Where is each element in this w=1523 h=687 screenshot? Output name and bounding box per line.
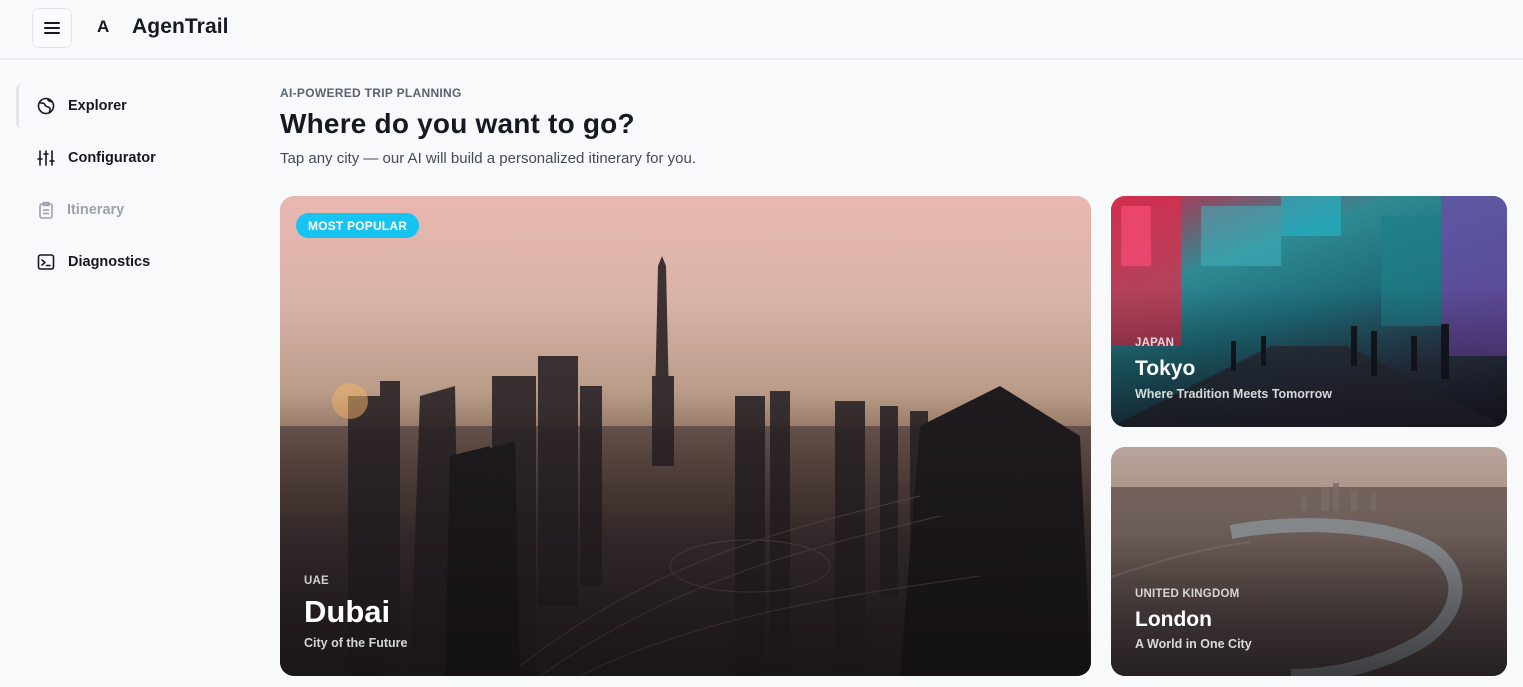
sidebar-item-explorer[interactable]: Explorer <box>16 84 232 128</box>
section-eyebrow: AI-POWERED TRIP PLANNING <box>280 86 462 100</box>
top-bar: A AgenTrail <box>0 0 1523 60</box>
destination-card-tokyo[interactable]: JAPAN Tokyo Where Tradition Meets Tomorr… <box>1111 196 1507 427</box>
sidebar-item-itinerary[interactable]: Itinerary <box>16 188 232 232</box>
sidebar-item-configurator[interactable]: Configurator <box>16 136 232 180</box>
clipboard-icon <box>37 201 55 219</box>
brand-logo[interactable]: A <box>97 17 111 37</box>
terminal-icon <box>37 253 55 271</box>
sidebar-nav: Explorer Configurator Itinerary Diagnost… <box>0 62 250 687</box>
brand-name[interactable]: AgenTrail <box>132 15 229 39</box>
menu-button[interactable] <box>32 8 72 48</box>
sliders-icon <box>37 149 55 167</box>
card-country: JAPAN <box>1135 337 1175 349</box>
card-tagline: City of the Future <box>304 636 408 650</box>
sidebar-item-label: Itinerary <box>67 202 125 218</box>
sidebar-item-label: Configurator <box>68 150 156 166</box>
card-tagline: A World in One City <box>1135 637 1252 651</box>
destination-card-dubai[interactable]: MOST POPULAR UAE Dubai City of the Futur… <box>280 196 1091 676</box>
page-subtitle: Tap any city — our AI will build a perso… <box>280 150 697 167</box>
page-title: Where do you want to go? <box>280 108 635 139</box>
card-country: UAE <box>304 575 329 587</box>
card-gradient-overlay <box>280 388 1091 676</box>
card-city: London <box>1135 608 1212 631</box>
hamburger-menu-icon <box>44 22 60 34</box>
card-tagline: Where Tradition Meets Tomorrow <box>1135 387 1333 401</box>
card-city: Dubai <box>304 594 391 629</box>
card-country: UNITED KINGDOM <box>1135 588 1240 600</box>
sidebar-item-label: Explorer <box>68 98 127 114</box>
sidebar-item-label: Diagnostics <box>68 254 151 270</box>
globe-icon <box>37 97 55 115</box>
most-popular-badge: MOST POPULAR <box>296 213 420 238</box>
card-city: Tokyo <box>1135 357 1196 380</box>
sidebar-item-diagnostics[interactable]: Diagnostics <box>16 240 232 284</box>
destination-card-london[interactable]: UNITED KINGDOM London A World in One Cit… <box>1111 447 1507 676</box>
